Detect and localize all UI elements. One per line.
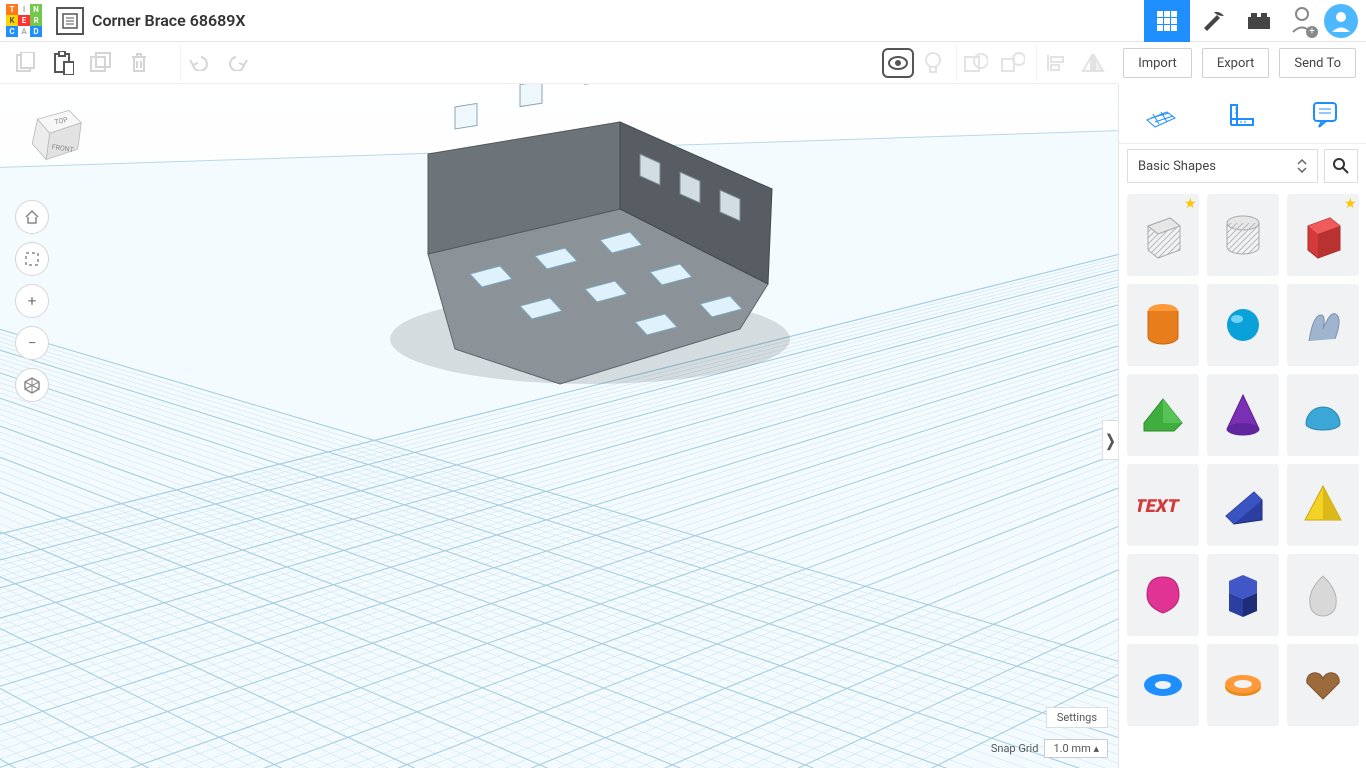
shape-wedge[interactable]: [1207, 464, 1279, 546]
person-icon: [1331, 10, 1351, 32]
shape-box-hole[interactable]: ★: [1127, 194, 1199, 276]
shape-library-select[interactable]: Basic Shapes: [1127, 149, 1318, 183]
delete-button[interactable]: [120, 45, 158, 81]
shape-ring[interactable]: [1207, 644, 1279, 726]
grid-settings-button[interactable]: Settings: [1046, 707, 1108, 728]
star-icon: ★: [1184, 196, 1197, 212]
export-button[interactable]: Export: [1202, 48, 1270, 78]
workplane-canvas[interactable]: [0, 84, 1118, 768]
zoom-in-button[interactable]: +: [15, 284, 49, 318]
light-button[interactable]: [914, 45, 952, 81]
duplicate-button[interactable]: [82, 45, 120, 81]
shape-search-button[interactable]: [1324, 149, 1358, 183]
svg-text:TEXT: TEXT: [1138, 496, 1181, 517]
invite-button[interactable]: +: [1290, 5, 1316, 37]
zoom-out-button[interactable]: −: [15, 326, 49, 360]
notes-tool[interactable]: [1304, 93, 1346, 135]
send-to-button[interactable]: Send To: [1279, 48, 1356, 78]
user-avatar[interactable]: [1324, 4, 1358, 38]
project-title[interactable]: Corner Brace 68689X: [92, 11, 246, 30]
snap-grid-label: Snap Grid: [991, 742, 1039, 755]
list-icon: [62, 13, 78, 29]
shape-roof[interactable]: [1127, 374, 1199, 456]
import-button[interactable]: Import: [1123, 48, 1192, 78]
shape-pyramid[interactable]: [1287, 464, 1359, 546]
align-button[interactable]: [1036, 45, 1074, 81]
ortho-toggle-button[interactable]: [15, 368, 49, 402]
caret-up-icon: ▴: [1093, 742, 1099, 755]
search-icon: [1332, 157, 1350, 175]
star-icon: ★: [1344, 196, 1357, 212]
shapes-panel: Basic Shapes ★ ★ TEXT: [1118, 84, 1366, 768]
shape-torus[interactable]: [1127, 644, 1199, 726]
ungroup-button[interactable]: [994, 45, 1032, 81]
undo-button[interactable]: [180, 45, 218, 81]
tinkercad-logo[interactable]: TIN KER CAD: [0, 1, 48, 40]
group-button[interactable]: [956, 45, 994, 81]
shape-heart[interactable]: [1287, 644, 1359, 726]
shape-half-sphere[interactable]: [1287, 374, 1359, 456]
shape-cylinder-hole[interactable]: [1207, 194, 1279, 276]
mirror-button[interactable]: [1074, 45, 1112, 81]
mode-bricks[interactable]: [1236, 0, 1282, 42]
mode-3d-design[interactable]: [1144, 0, 1190, 42]
panel-collapse-button[interactable]: ❭: [1102, 420, 1118, 460]
shape-cone[interactable]: [1207, 374, 1279, 456]
pickaxe-icon: [1200, 8, 1226, 34]
paste-button[interactable]: [44, 45, 82, 81]
visibility-button[interactable]: [882, 48, 914, 78]
fit-view-button[interactable]: [15, 242, 49, 276]
shape-scribble[interactable]: [1287, 284, 1359, 366]
shape-sphere[interactable]: [1207, 284, 1279, 366]
workplane-tool[interactable]: [1139, 93, 1181, 135]
grid-icon: [1156, 10, 1178, 32]
shape-hexagon-prism[interactable]: [1207, 554, 1279, 636]
design-menu-button[interactable]: [56, 7, 84, 35]
home-view-button[interactable]: [15, 200, 49, 234]
copy-button[interactable]: [6, 45, 44, 81]
plus-icon: +: [1306, 26, 1318, 38]
shape-text[interactable]: TEXT: [1127, 464, 1199, 546]
shape-paraboloid[interactable]: [1127, 554, 1199, 636]
brick-icon: [1246, 11, 1272, 31]
sort-icon: [1297, 159, 1307, 173]
ruler-tool[interactable]: [1221, 93, 1263, 135]
shape-cylinder[interactable]: [1127, 284, 1199, 366]
shape-box[interactable]: ★: [1287, 194, 1359, 276]
mode-blocks[interactable]: [1190, 0, 1236, 42]
shape-egg[interactable]: [1287, 554, 1359, 636]
redo-button[interactable]: [218, 45, 256, 81]
snap-grid-select[interactable]: 1.0 mm ▴: [1044, 739, 1108, 758]
